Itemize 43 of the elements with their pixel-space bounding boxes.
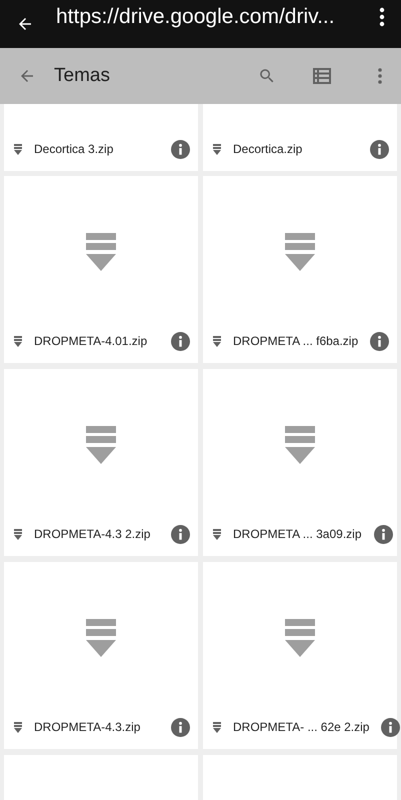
zip-file-icon — [213, 528, 221, 540]
file-card[interactable]: DROPMETA ... 3a09.zip — [203, 369, 397, 556]
file-name: DROPMETA-4.01.zip — [34, 333, 148, 350]
zip-file-icon — [285, 426, 315, 466]
zip-file-icon — [285, 618, 315, 658]
file-card[interactable]: Decortica.zip — [203, 104, 397, 171]
info-icon[interactable] — [370, 140, 389, 158]
more-icon[interactable] — [379, 7, 385, 27]
file-card[interactable]: Decortica 3.zip — [4, 104, 198, 171]
folder-title: Temas — [54, 64, 111, 88]
zip-file-icon — [86, 232, 116, 272]
zip-file-icon — [14, 722, 22, 732]
info-icon[interactable] — [171, 332, 190, 350]
zip-file-icon — [86, 618, 116, 658]
url-text[interactable]: https://drive.google.com/driv... — [56, 1, 379, 33]
file-name: DROPMETA-4.3.zip — [34, 719, 142, 736]
zip-file-icon — [14, 528, 22, 540]
file-name: DROPMETA ... 3a09.zip — [233, 526, 362, 543]
file-card[interactable]: DROPMETA-4.3 2.zip — [4, 369, 198, 556]
zip-file-icon — [213, 144, 221, 154]
search-icon[interactable] — [258, 67, 276, 85]
file-name: DROPMETA- ... 62e 2.zip — [233, 719, 370, 736]
info-icon[interactable] — [381, 718, 400, 736]
zip-file-icon — [14, 144, 22, 154]
info-icon[interactable] — [374, 524, 392, 544]
file-card[interactable]: DROPMETA-4.01.zip — [4, 176, 198, 363]
zip-file-icon — [213, 336, 221, 346]
file-name: Decortica.zip — [233, 141, 304, 158]
info-icon[interactable] — [171, 140, 190, 158]
info-icon[interactable] — [171, 524, 190, 544]
zip-file-icon — [285, 232, 315, 272]
file-card[interactable]: DROPMETA-4.3.zip — [4, 562, 198, 749]
list-view-icon[interactable] — [313, 68, 331, 84]
file-name: DROPMETA ... f6ba.zip — [233, 333, 358, 350]
zip-file-icon — [86, 426, 116, 466]
info-icon[interactable] — [171, 718, 190, 736]
file-card[interactable]: DROPMETA- ... 62e 2.zip — [203, 562, 397, 749]
zip-file-icon — [14, 336, 22, 346]
info-icon[interactable] — [370, 332, 390, 350]
file-name: DROPMETA-4.3 2.zip — [34, 526, 152, 543]
zip-file-icon — [213, 722, 221, 732]
file-card[interactable]: DROPMETA ... f6ba.zip — [203, 176, 397, 363]
file-name: Decortica 3.zip — [34, 141, 114, 158]
